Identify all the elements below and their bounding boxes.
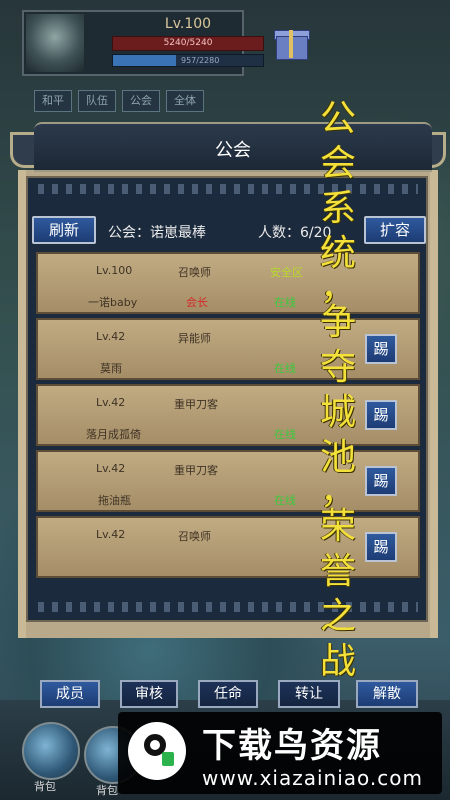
gift-icon[interactable] (272, 24, 310, 60)
kick-button[interactable]: 踢 (365, 334, 397, 364)
channel-tab-guild[interactable]: 公会 (122, 90, 160, 112)
member-status: 在线 (274, 494, 296, 507)
member-status: 在线 (274, 428, 296, 441)
player-avatar[interactable] (26, 14, 84, 72)
member-role: 会长 (186, 296, 208, 309)
guild-panel: 公会 刷新 公会：诺崽最棒 人数：6/20 扩容 Lv.100 召唤师 安全区 … (8, 118, 448, 708)
member-class: 召唤师 (178, 266, 211, 279)
channel-tab-team[interactable]: 队伍 (78, 90, 116, 112)
member-row[interactable]: Lv.42 异能师 莫雨 在线 踢 (36, 318, 420, 380)
callig-char: 荣 (319, 506, 356, 547)
member-class: 重甲刀客 (174, 398, 218, 411)
bag-skill-icon[interactable] (22, 722, 80, 780)
callig-char: ， (319, 471, 356, 512)
transfer-button[interactable]: 转让 (278, 680, 340, 708)
member-list[interactable]: Lv.100 召唤师 安全区 一诺baby 会长 在线 Lv.42 异能师 莫雨… (36, 252, 420, 672)
callig-char: 之 (319, 596, 356, 637)
kick-button[interactable]: 踢 (365, 400, 397, 430)
promo-calligraphy: 公 会 系 统 ， 争 夺 城 池 ， 荣 誉 之 战 (314, 96, 362, 684)
callig-char: ， (319, 267, 356, 308)
member-row[interactable]: Lv.42 召唤师 踢 (36, 516, 420, 578)
member-status: 在线 (274, 362, 296, 375)
appoint-button[interactable]: 任命 (198, 680, 258, 708)
chat-channel-tabs: 和平 队伍 公会 全体 (34, 90, 204, 112)
secondary-skill-label: 背包 (96, 784, 118, 797)
mp-text: 957/2280 (181, 56, 220, 65)
hp-text: 5240/5240 (163, 38, 213, 48)
kick-button[interactable]: 踢 (365, 466, 397, 496)
player-level: Lv.100 (164, 16, 212, 32)
member-class: 异能师 (178, 332, 211, 345)
expand-button[interactable]: 扩容 (364, 216, 426, 244)
member-name: 莫雨 (100, 362, 122, 375)
callig-char: 系 (319, 188, 356, 229)
callig-char: 公 (319, 98, 356, 139)
member-name: 一诺baby (88, 296, 138, 309)
member-name: 拖油瓶 (98, 494, 131, 507)
callig-char: 城 (319, 392, 356, 433)
panel-title: 公会 (215, 140, 251, 161)
callig-char: 战 (319, 641, 356, 682)
bird-logo-icon (128, 722, 186, 780)
watermark-title: 下载鸟资源 (202, 726, 382, 766)
bag-skill-label: 背包 (34, 780, 56, 793)
watermark-url: www.xiazainiao.com (202, 766, 423, 790)
callig-char: 夺 (319, 347, 356, 388)
kick-button[interactable]: 踢 (365, 532, 397, 562)
mp-fill (113, 55, 176, 66)
member-row[interactable]: Lv.42 重甲刀客 落月成孤倚 在线 踢 (36, 384, 420, 446)
channel-tab-all[interactable]: 全体 (166, 90, 204, 112)
callig-char: 誉 (319, 551, 356, 592)
channel-tab-peace[interactable]: 和平 (34, 90, 72, 112)
review-button[interactable]: 审核 (120, 680, 178, 708)
mp-bar: 957/2280 (112, 54, 264, 67)
member-level: Lv.42 (96, 330, 126, 343)
player-status-hud[interactable]: Lv.100 5240/5240 957/2280 (22, 10, 264, 76)
member-zone: 安全区 (270, 266, 303, 279)
member-status: 在线 (274, 296, 296, 309)
callig-char: 会 (319, 143, 356, 184)
panel-titlebar: 公会 (34, 122, 432, 172)
member-count-label: 人数： (258, 225, 300, 241)
member-row[interactable]: Lv.42 重甲刀客 拖油瓶 在线 踢 (36, 450, 420, 512)
member-level: Lv.100 (96, 264, 133, 277)
members-tab-button[interactable]: 成员 (40, 680, 100, 708)
member-level: Lv.42 (96, 462, 126, 475)
guild-label: 公会： (108, 225, 150, 241)
member-class: 重甲刀客 (174, 464, 218, 477)
member-level: Lv.42 (96, 528, 126, 541)
member-row[interactable]: Lv.100 召唤师 安全区 一诺baby 会长 在线 (36, 252, 420, 314)
callig-char: 争 (319, 302, 356, 343)
member-level: Lv.42 (96, 396, 126, 409)
guild-name: 诺崽最棒 (150, 225, 206, 241)
member-name: 落月成孤倚 (86, 428, 141, 441)
member-class: 召唤师 (178, 530, 211, 543)
disband-button[interactable]: 解散 (356, 680, 418, 708)
hp-bar: 5240/5240 (112, 36, 264, 51)
site-watermark: 下载鸟资源 www.xiazainiao.com (118, 712, 442, 794)
refresh-button[interactable]: 刷新 (32, 216, 96, 244)
guild-name-row: 公会：诺崽最棒 (108, 222, 206, 242)
